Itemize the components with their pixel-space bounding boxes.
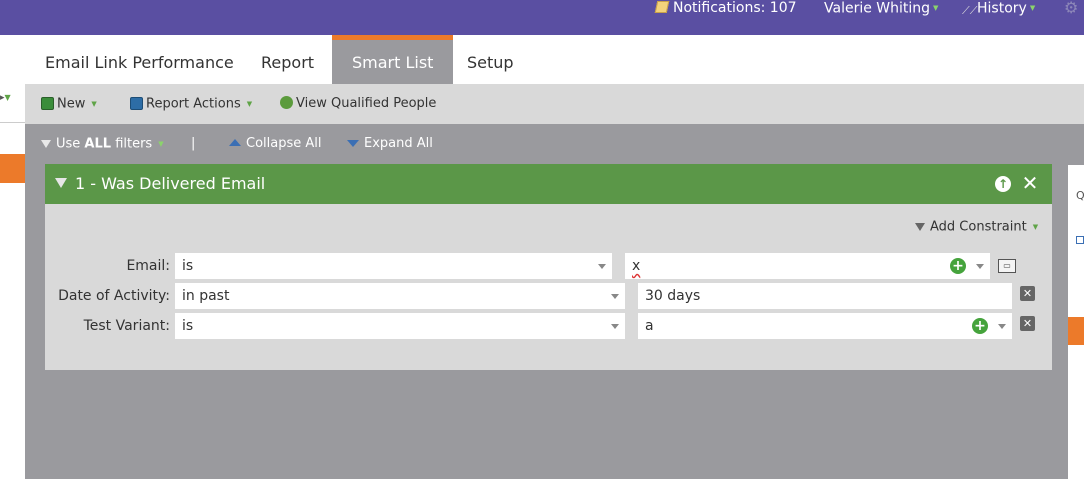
arrow-up-icon[interactable]: ↑ (995, 176, 1011, 192)
funnel-icon (915, 222, 925, 231)
date-operator-value: in past (182, 288, 230, 304)
variant-operator-select[interactable]: is (175, 313, 625, 339)
remove-icon[interactable]: ✕ (1020, 286, 1035, 301)
chevron-down-icon[interactable] (976, 264, 984, 269)
top-bar: Notifications: 107 Valerie Whiting ▼ ⟋⟋Hi… (0, 0, 1084, 35)
triangle-down-icon (347, 140, 359, 147)
new-button[interactable]: New ▼ (41, 84, 97, 124)
chevron-down-icon[interactable] (998, 324, 1006, 329)
new-label: New (57, 96, 86, 112)
right-panel-search-icon[interactable]: Q (1076, 189, 1084, 202)
collapse-all-button[interactable]: Collapse All (229, 124, 322, 164)
chevron-down-icon: ▼ (246, 100, 253, 108)
sidebar-divider (0, 122, 25, 123)
funnel-icon (41, 139, 51, 148)
date-of-activity-label: Date of Activity: (58, 288, 170, 304)
view-qualified-label: View Qualified People (296, 96, 437, 111)
collapse-all-label: Collapse All (246, 136, 322, 151)
remove-icon[interactable]: ✕ (1020, 316, 1035, 331)
history-menu[interactable]: ⟋⟋History ▼ (962, 0, 1035, 17)
history-icon: ⟋⟋ (962, 3, 978, 17)
email-label: Email: (126, 258, 170, 274)
filter-card-header[interactable]: 1 - Was Delivered Email ↑ ✕ (45, 164, 1052, 204)
chevron-down-icon (611, 294, 619, 299)
report-actions-label: Report Actions (146, 96, 241, 112)
notifications-label: Notifications: 107 (673, 0, 797, 16)
chevron-down-icon (598, 264, 606, 269)
chevron-down-icon: ▼ (1032, 223, 1039, 231)
sidebar-selected-indicator (0, 154, 25, 183)
date-value: 30 days (645, 288, 701, 304)
date-value-input[interactable]: 30 days (638, 283, 1012, 309)
user-name: Valerie Whiting (824, 0, 931, 17)
use-filters-prefix: Use (56, 136, 85, 152)
report-actions-button[interactable]: Report Actions ▼ (130, 84, 252, 124)
toolbar: New ▼ Report Actions ▼ View Qualified Peop… (25, 84, 1084, 124)
email-operator-value: is (182, 258, 194, 274)
expand-all-button[interactable]: Expand All (347, 124, 433, 164)
people-icon (280, 96, 293, 109)
use-filters-suffix: filters (111, 136, 153, 152)
email-operator-select[interactable]: is (175, 253, 612, 279)
plus-icon[interactable]: + (972, 318, 988, 334)
expand-all-label: Expand All (364, 136, 433, 151)
right-panel-expand-icon[interactable] (1076, 236, 1084, 244)
use-filters-all: ALL (84, 136, 112, 152)
chevron-down-icon: ▼ (1029, 4, 1036, 12)
chevron-down-icon: ▼ (91, 100, 97, 108)
close-icon[interactable]: ✕ (1021, 173, 1039, 193)
date-operator-select[interactable]: in past (175, 283, 625, 309)
tab-smart-list[interactable]: Smart List (332, 35, 454, 84)
add-constraint-label: Add Constraint (930, 219, 1027, 235)
plus-icon[interactable]: + (950, 258, 966, 274)
use-filters-dropdown[interactable]: Use ALL filters ▼ (41, 124, 164, 164)
tab-email-link-performance[interactable]: Email Link Performance (25, 35, 254, 84)
filter-title: 1 - Was Delivered Email (75, 174, 266, 193)
left-sidebar: ▸▼ (0, 35, 25, 479)
right-panel: Q (1068, 165, 1084, 479)
gear-icon[interactable]: ⚙ (1064, 0, 1084, 16)
filter-actions-row: Use ALL filters ▼ | Collapse All Expand A… (25, 124, 1084, 164)
user-menu[interactable]: Valerie Whiting ▼ (824, 0, 938, 17)
right-panel-indicator (1068, 317, 1084, 345)
notifications-link[interactable]: Notifications: 107 (654, 0, 797, 17)
sidebar-tool-icon[interactable]: ▸▼ (0, 93, 11, 103)
add-constraint-button[interactable]: Add Constraint ▼ (915, 216, 1038, 238)
variant-value: a (645, 318, 654, 334)
report-icon (130, 96, 143, 110)
filter-card: 1 - Was Delivered Email ↑ ✕ Add Constrai… (45, 164, 1052, 370)
tab-bar: Email Link Performance Report Smart List… (25, 35, 1084, 84)
variant-value-input[interactable]: a + (638, 313, 1012, 339)
variant-operator-value: is (182, 318, 194, 334)
chevron-down-icon: ▼ (158, 140, 164, 148)
new-icon (41, 96, 54, 110)
lookup-icon[interactable]: ▭ (998, 259, 1016, 273)
tab-report[interactable]: Report (241, 35, 334, 84)
triangle-up-icon (229, 139, 241, 146)
funnel-icon (55, 178, 67, 188)
test-variant-label: Test Variant: (83, 318, 170, 334)
filter-separator: | (191, 136, 196, 151)
chevron-down-icon (611, 324, 619, 329)
notepad-icon (654, 1, 670, 13)
view-qualified-people-button[interactable]: View Qualified People (280, 84, 436, 124)
chevron-down-icon: ▼ (933, 4, 939, 12)
history-label: History (977, 0, 1027, 17)
tab-setup[interactable]: Setup (447, 35, 534, 84)
email-value: x (632, 258, 641, 274)
email-value-input[interactable]: x + (625, 253, 990, 279)
